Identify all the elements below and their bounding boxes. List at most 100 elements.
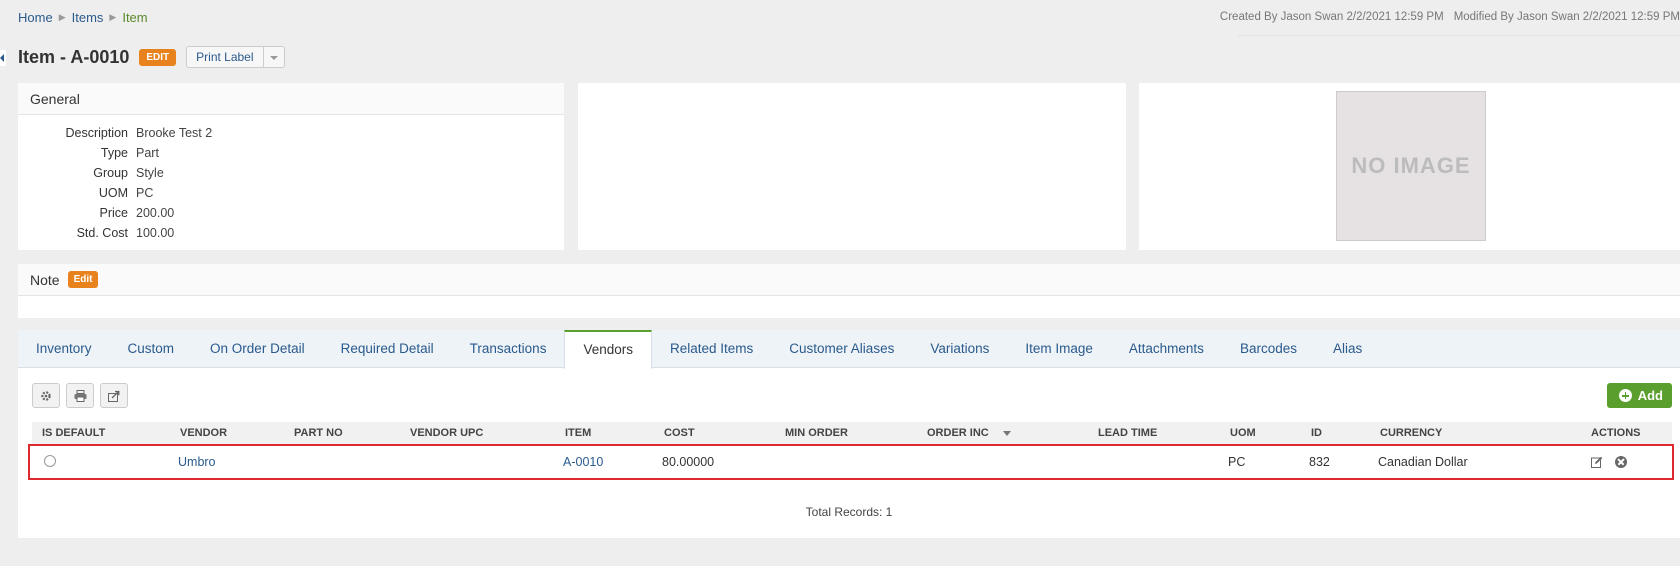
print-icon	[74, 389, 86, 402]
export-icon	[107, 390, 119, 402]
breadcrumb-current: Item	[122, 10, 148, 25]
col-cost[interactable]: COST	[654, 427, 775, 439]
col-actions: ACTIONS	[1591, 427, 1641, 439]
print-label-group: Print Label	[186, 46, 285, 68]
field-label: UOM	[98, 186, 128, 200]
plus-circle-icon	[1618, 389, 1632, 402]
breadcrumb-items[interactable]: Items	[72, 10, 104, 25]
tab-related-items[interactable]: Related Items	[652, 330, 771, 367]
tab-panel: Inventory Custom On Order Detail Require…	[18, 330, 1680, 538]
field-group: Group Style	[18, 163, 564, 183]
col-order-inc[interactable]: ORDER INC	[917, 427, 1088, 439]
field-value: Style	[136, 166, 164, 180]
field-label: Std. Cost	[76, 226, 128, 240]
empty-panel	[578, 83, 1126, 250]
default-radio[interactable]	[44, 454, 56, 467]
meta-divider	[1238, 35, 1680, 36]
breadcrumb-separator-icon: ▶	[58, 12, 66, 22]
tab-required-detail[interactable]: Required Detail	[323, 330, 452, 367]
total-records: Total Records: 1	[805, 505, 893, 519]
cell-currency: Canadian Dollar	[1378, 455, 1468, 469]
created-by: Created By Jason Swan 2/2/2021 12:59 PM	[1219, 11, 1444, 23]
cell-actions	[1579, 456, 1659, 468]
cell-vendor: Umbro	[168, 455, 282, 469]
remove-icon[interactable]	[1615, 456, 1627, 468]
col-min-order[interactable]: MIN ORDER	[775, 427, 917, 439]
note-header: Note Edit	[18, 264, 1680, 296]
cell-id: 832	[1309, 455, 1330, 469]
field-label: Price	[99, 206, 128, 220]
col-vendor-upc[interactable]: VENDOR UPC	[400, 427, 555, 439]
settings-button[interactable]	[32, 383, 60, 408]
tab-bar: Inventory Custom On Order Detail Require…	[18, 330, 1680, 369]
col-id[interactable]: ID	[1301, 427, 1370, 439]
cell-is-default	[30, 454, 168, 470]
tab-item-image[interactable]: Item Image	[1007, 330, 1111, 367]
field-uom: UOM PC	[18, 183, 564, 203]
general-fields: Description Brooke Test 2 Type Part Grou…	[18, 115, 564, 243]
edit-button[interactable]: EDIT	[139, 48, 177, 66]
col-order-inc-label: ORDER INC	[927, 427, 989, 439]
print-label-button[interactable]: Print Label	[187, 47, 264, 67]
field-description: Description Brooke Test 2	[18, 123, 564, 143]
sort-desc-icon	[1002, 430, 1011, 436]
field-value: Brooke Test 2	[136, 126, 213, 140]
col-part-no[interactable]: PART NO	[284, 427, 400, 439]
print-button[interactable]	[66, 383, 94, 408]
add-label: Add	[1637, 388, 1663, 403]
cell-item: A-0010	[553, 455, 652, 469]
field-label: Description	[65, 126, 128, 140]
note-heading: Note	[30, 271, 60, 288]
breadcrumb: Home ▶ Items ▶ Item	[18, 10, 148, 25]
tab-barcodes[interactable]: Barcodes	[1222, 330, 1315, 367]
breadcrumb-separator-icon: ▶	[109, 12, 117, 22]
field-value: Part	[136, 146, 159, 160]
vendor-link[interactable]: Umbro	[178, 455, 216, 469]
gear-icon	[41, 390, 51, 401]
col-is-default[interactable]: IS DEFAULT	[32, 427, 170, 439]
tab-custom[interactable]: Custom	[110, 330, 193, 367]
item-link[interactable]: A-0010	[563, 455, 603, 469]
record-meta: Created By Jason Swan 2/2/2021 12:59 PM M…	[1220, 11, 1680, 23]
export-button[interactable]	[100, 383, 128, 408]
modified-by: Modified By Jason Swan 2/2/2021 12:59 PM	[1453, 11, 1680, 23]
col-vendor[interactable]: VENDOR	[170, 427, 284, 439]
general-heading: General	[18, 83, 564, 115]
field-type: Type Part	[18, 143, 564, 163]
field-value: 200.00	[136, 206, 175, 220]
col-lead-time[interactable]: LEAD TIME	[1088, 427, 1220, 439]
collapse-sidebar-icon[interactable]	[0, 50, 6, 66]
tab-attachments[interactable]: Attachments	[1111, 330, 1222, 367]
title-row: Item - A-0010 EDIT Print Label	[18, 46, 285, 68]
cell-uom: PC	[1228, 455, 1246, 469]
breadcrumb-home[interactable]: Home	[18, 10, 53, 25]
field-value: 100.00	[136, 226, 175, 240]
field-value: PC	[136, 186, 154, 200]
table-row: Umbro A-0010 80.00000 PC 832 Canadian Do…	[28, 444, 1674, 480]
edit-icon[interactable]	[1591, 456, 1603, 468]
page-title: Item - A-0010	[18, 46, 130, 67]
col-item[interactable]: ITEM	[555, 427, 654, 439]
grid-header: IS DEFAULT VENDOR PART NO VENDOR UPC ITE…	[32, 422, 1672, 444]
col-uom[interactable]: UOM	[1220, 427, 1301, 439]
col-currency[interactable]: CURRENCY	[1370, 427, 1581, 439]
image-panel: NO IMAGE	[1139, 83, 1680, 250]
note-edit-button[interactable]: Edit	[67, 271, 99, 288]
item-image[interactable]: NO IMAGE	[1336, 91, 1486, 241]
tab-vendors[interactable]: Vendors	[564, 330, 652, 369]
field-label: Group	[93, 166, 128, 180]
general-panel: General Description Brooke Test 2 Type P…	[18, 83, 564, 250]
tab-alias[interactable]: Alias	[1315, 330, 1380, 367]
vendors-grid: IS DEFAULT VENDOR PART NO VENDOR UPC ITE…	[28, 422, 1674, 480]
add-vendor-button[interactable]: Add	[1606, 383, 1672, 408]
note-panel: Note Edit	[18, 264, 1680, 318]
row-actions	[1589, 456, 1659, 468]
grid-toolbar	[32, 383, 128, 408]
field-price: Price 200.00	[18, 203, 564, 223]
tab-transactions[interactable]: Transactions	[452, 330, 565, 367]
tab-on-order-detail[interactable]: On Order Detail	[192, 330, 323, 367]
tab-inventory[interactable]: Inventory	[18, 330, 110, 367]
tab-customer-aliases[interactable]: Customer Aliases	[771, 330, 912, 367]
chevron-down-icon[interactable]	[264, 47, 284, 67]
tab-variations[interactable]: Variations	[912, 330, 1007, 367]
